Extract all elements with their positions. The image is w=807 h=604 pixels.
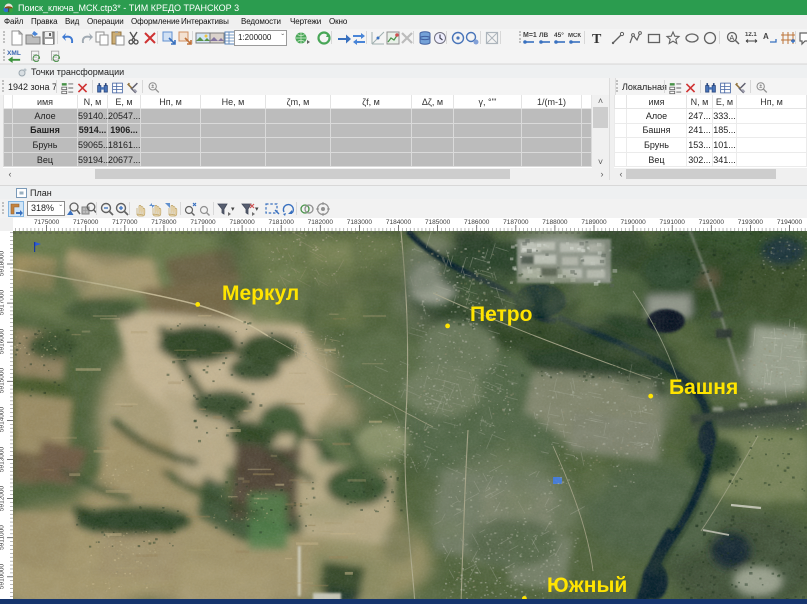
svg-text:A: A — [763, 32, 769, 41]
svg-text:Южный: Южный — [547, 574, 627, 597]
svg-text:A: A — [730, 35, 735, 42]
svg-text:T: T — [592, 32, 602, 46]
svg-text:12.1: 12.1 — [745, 32, 757, 38]
svg-text:Петро: Петро — [470, 303, 532, 326]
svg-text:Меркул: Меркул — [222, 282, 299, 305]
svg-text:XML: XML — [7, 50, 21, 57]
svg-text:M=1: M=1 — [523, 32, 537, 39]
svg-text:Башня: Башня — [669, 376, 738, 399]
svg-text:МСК: МСК — [568, 33, 581, 39]
svg-text:ЛВ: ЛВ — [539, 32, 549, 39]
svg-text:45°: 45° — [554, 31, 564, 39]
